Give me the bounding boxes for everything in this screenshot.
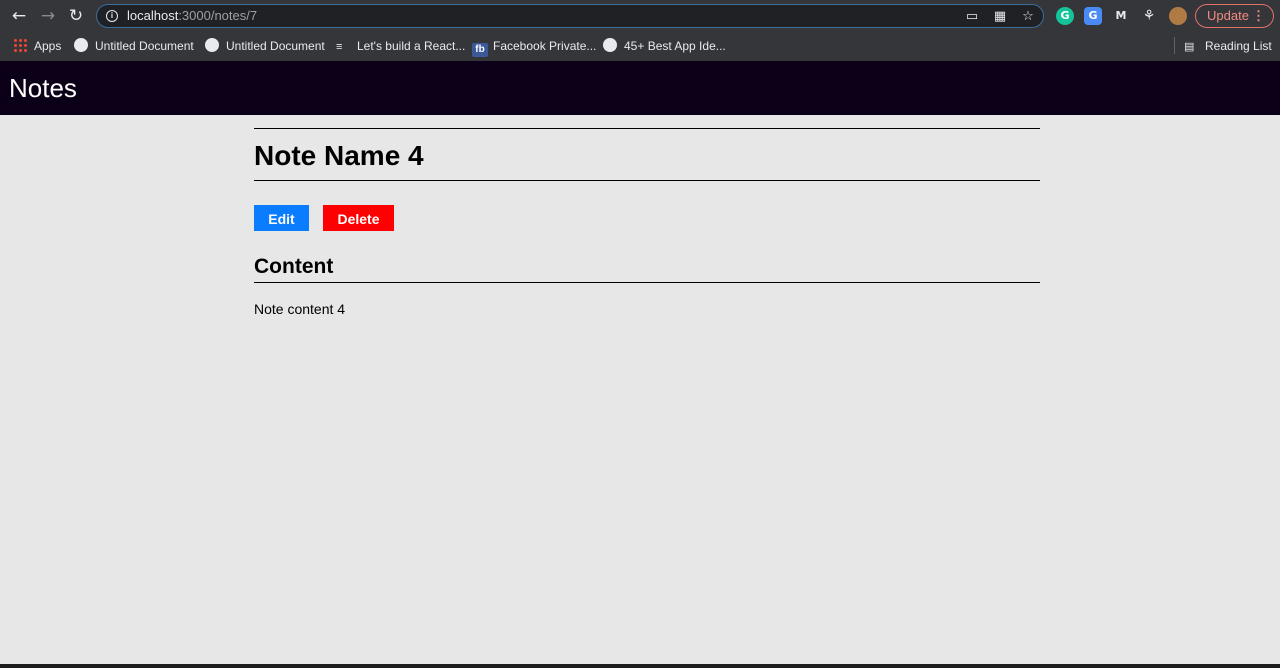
globe-icon <box>74 38 88 52</box>
bookmark-star-icon[interactable]: ☆ <box>1019 8 1037 26</box>
forward-arrow-icon[interactable]: → <box>38 6 58 26</box>
reading-list-icon: ▤ <box>1184 41 1195 53</box>
address-bar[interactable]: i localhost:3000/notes/7 ▭ ▦ ☆ <box>96 4 1044 28</box>
bookmark-label: Untitled Document <box>95 39 194 53</box>
bookmarks-divider <box>1174 37 1175 54</box>
bookmark-untitled-1[interactable]: Untitled Document <box>74 37 194 55</box>
bookmarks-bar: Apps Untitled Document Untitled Document… <box>0 32 1280 62</box>
bookmark-app-ideas[interactable]: 45+ Best App Ide... <box>603 37 726 55</box>
medium-icon[interactable]: M <box>1112 7 1130 25</box>
app-title[interactable]: Notes <box>9 73 77 104</box>
url-path: :3000/notes/7 <box>178 8 258 23</box>
bookmark-label: Let's build a React... <box>357 39 466 53</box>
list-icon: ≡ <box>336 41 343 53</box>
facebook-icon: fb <box>472 43 488 57</box>
bookmark-facebook[interactable]: fb Facebook Private... <box>472 37 597 57</box>
info-icon[interactable]: i <box>106 10 118 22</box>
note-detail: Note Name 4 Edit Delete Content Note con… <box>254 128 1040 317</box>
reading-list[interactable]: ▤ Reading List <box>1184 37 1272 55</box>
menu-dots-icon: ⋮ <box>1252 8 1265 23</box>
delete-button[interactable]: Delete <box>323 205 394 231</box>
bookmark-untitled-2[interactable]: Untitled Document <box>205 37 325 55</box>
grammarly-icon[interactable]: G <box>1056 7 1074 25</box>
apps-grid-icon <box>13 38 27 52</box>
edit-button[interactable]: Edit <box>254 205 309 231</box>
browser-toolbar: ← → ↻ i localhost:3000/notes/7 ▭ ▦ ☆ G G… <box>0 0 1280 32</box>
bookmark-react[interactable]: ≡ Let's build a React... <box>336 37 465 55</box>
globe-icon <box>603 38 617 52</box>
bookmark-label: Facebook Private... <box>493 39 597 53</box>
content-divider <box>254 282 1040 283</box>
reading-list-label: Reading List <box>1205 39 1272 53</box>
title-bottom-divider <box>254 180 1040 181</box>
translate-icon[interactable]: G <box>1084 7 1102 25</box>
profile-avatar[interactable] <box>1169 7 1187 25</box>
extensions-puzzle-icon[interactable]: ⚘ <box>1140 7 1158 25</box>
bookmark-label: 45+ Best App Ide... <box>624 39 726 53</box>
reload-icon[interactable]: ↻ <box>66 6 86 26</box>
update-button[interactable]: Update ⋮ <box>1195 4 1274 28</box>
url-text[interactable]: localhost:3000/notes/7 <box>127 8 257 23</box>
update-label: Update <box>1207 8 1249 23</box>
bottom-edge <box>0 664 1280 668</box>
bookmark-label: Apps <box>34 39 62 53</box>
note-title: Note Name 4 <box>254 140 424 171</box>
bookmark-apps[interactable]: Apps <box>13 37 61 55</box>
cast-icon[interactable]: ▭ <box>963 8 981 26</box>
qr-code-icon[interactable]: ▦ <box>991 8 1009 26</box>
content-heading: Content <box>254 255 334 278</box>
url-host: localhost <box>127 8 179 23</box>
app-header: Notes <box>0 61 1280 115</box>
back-arrow-icon[interactable]: ← <box>9 6 29 26</box>
globe-icon <box>205 38 219 52</box>
note-content: Note content 4 <box>254 301 346 317</box>
bookmark-label: Untitled Document <box>226 39 325 53</box>
